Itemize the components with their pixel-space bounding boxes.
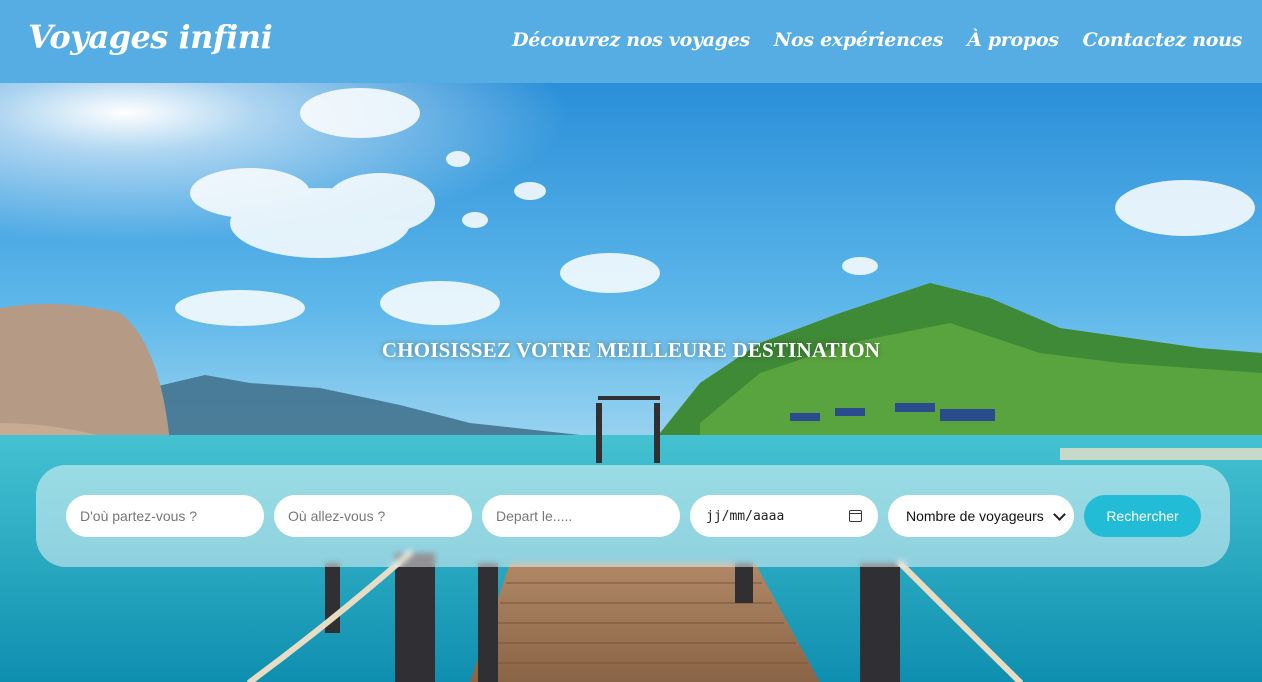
depart-date-text-input[interactable]	[482, 495, 680, 537]
hero-banner: CHOISISSEZ VOTRE MEILLEURE DESTINATION j…	[0, 83, 1262, 682]
site-header: Voyages infini Découvrez nos voyages Nos…	[0, 0, 1262, 83]
search-button[interactable]: Rechercher	[1084, 495, 1201, 537]
hero-background-image	[0, 83, 1262, 682]
nav-link-experiences[interactable]: Nos expériences	[774, 29, 943, 51]
date-format-placeholder: jj/mm/aaaa	[706, 508, 785, 524]
nav-link-voyages[interactable]: Découvrez nos voyages	[512, 29, 750, 51]
travelers-select[interactable]: Nombre de voyageurs	[888, 495, 1074, 537]
chevron-down-icon	[1053, 507, 1066, 521]
destination-input[interactable]	[274, 495, 472, 537]
departure-city-input[interactable]	[66, 495, 264, 537]
date-picker-input[interactable]: jj/mm/aaaa	[690, 495, 878, 537]
travelers-selected-value: Nombre de voyageurs	[906, 508, 1044, 524]
brand-logo[interactable]: Voyages infini	[28, 18, 273, 56]
nav-link-contact[interactable]: Contactez nous	[1083, 29, 1243, 51]
calendar-icon[interactable]	[849, 510, 862, 522]
main-nav: Découvrez nos voyages Nos expériences À …	[512, 29, 1242, 51]
hero-headline: CHOISISSEZ VOTRE MEILLEURE DESTINATION	[381, 338, 881, 362]
nav-link-a-propos[interactable]: À propos	[967, 29, 1059, 51]
search-panel: jj/mm/aaaa Nombre de voyageurs Recherche…	[36, 465, 1230, 567]
